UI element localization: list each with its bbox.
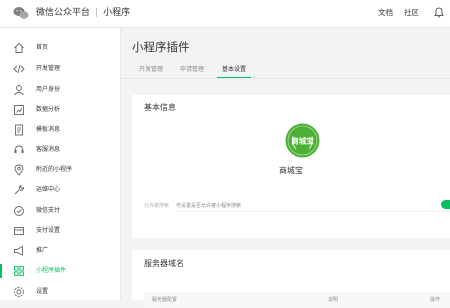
server-domain-title: 服务器域名	[144, 259, 184, 268]
document-icon	[15, 124, 23, 136]
user-icon	[14, 85, 24, 96]
sidebar-item-label: 客服消息	[36, 146, 61, 153]
sidebar-item-settings[interactable]: 设置	[0, 282, 119, 302]
sidebar-item-pay-settings[interactable]: 支付设置	[0, 221, 119, 241]
server-domain-card: 服务器域名 服务器配置 说明 操作	[132, 250, 450, 308]
megaphone-icon	[14, 245, 23, 256]
basic-info-card: 基本信息 商城宝 商城宝 允许被搜索 可设置是否允许被小程序搜索	[132, 95, 450, 238]
row-divider	[176, 211, 450, 212]
sidebar-item-label: 小程序插件	[36, 267, 67, 274]
brand-separator: |	[95, 8, 99, 18]
sidebar-item-label: 支付设置	[36, 227, 61, 234]
sidebar-item-promotion[interactable]: 推广	[0, 241, 119, 261]
sidebar-item-label: 首页	[36, 44, 49, 51]
allow-search-toggle[interactable]	[441, 200, 450, 209]
table-header: 服务器配置 说明 操作	[144, 292, 450, 308]
plugin-logo: 商城宝	[285, 123, 320, 158]
sidebar-item-template-message[interactable]: 模板消息	[0, 120, 119, 140]
allow-search-label: 允许被搜索	[144, 203, 170, 209]
sidebar-item-label: 微信支付	[36, 207, 61, 214]
community-link[interactable]: 社区	[404, 7, 419, 19]
column-header: 操作	[430, 297, 441, 303]
plugin-logo-text: 商城宝	[291, 136, 314, 146]
top-bar: 微信公众平台 | 小程序 文档 社区	[0, 0, 450, 28]
sidebar-item-nearby[interactable]: 附近的小程序	[0, 160, 119, 180]
plugin-name: 商城宝	[279, 166, 303, 175]
wrench-icon	[14, 184, 24, 195]
plugin-icon	[14, 266, 24, 276]
sidebar-item-user-identity[interactable]: 用户身份	[0, 80, 119, 100]
basic-info-title: 基本信息	[144, 103, 176, 112]
sidebar-item-label: 推广	[36, 247, 49, 254]
main-content: 小程序插件 开发管理 申请管理 基本设置 基本信息 商城宝 商城宝 允许被搜索 …	[121, 28, 450, 308]
sidebar-item-home[interactable]: 首页	[0, 38, 119, 58]
tab-apply-manage[interactable]: 申请管理	[180, 65, 204, 75]
sidebar-item-label: 设置	[36, 288, 49, 295]
sidebar-item-label: 开发管理	[36, 65, 61, 72]
gear-icon	[14, 287, 24, 297]
allow-search-description: 可设置是否允许被小程序搜索	[176, 203, 242, 209]
payment-settings-icon	[14, 227, 24, 235]
code-icon	[13, 64, 25, 74]
brand-name: 微信公众平台	[36, 8, 91, 18]
customer-service-icon	[14, 145, 24, 153]
location-icon	[14, 164, 24, 176]
bell-icon[interactable]	[434, 7, 444, 18]
wechat-logo-icon[interactable]	[13, 6, 29, 20]
sidebar-item-plugins[interactable]: 小程序插件	[0, 261, 119, 281]
sidebar: 首页 开发管理 用户身份 数据分析 模板消息 客服消息 附近的小程序 运维中心 …	[0, 28, 121, 300]
tab-basic-settings[interactable]: 基本设置	[216, 65, 252, 78]
sidebar-item-analytics[interactable]: 数据分析	[0, 100, 119, 120]
column-header: 说明	[328, 297, 339, 303]
sidebar-item-label: 运维中心	[36, 186, 61, 193]
sidebar-item-label: 模板消息	[36, 126, 61, 133]
sidebar-item-customer-service[interactable]: 客服消息	[0, 140, 119, 160]
sidebar-item-label: 数据分析	[36, 106, 61, 113]
page-title: 小程序插件	[132, 40, 190, 54]
sidebar-item-ops-center[interactable]: 运维中心	[0, 180, 119, 200]
tab-dev-manage[interactable]: 开发管理	[139, 65, 163, 75]
chart-icon	[14, 105, 24, 115]
home-icon	[14, 42, 24, 53]
tab-bar: 开发管理 申请管理 基本设置	[121, 63, 450, 79]
column-header: 服务器配置	[152, 297, 178, 303]
sidebar-item-label: 用户身份	[36, 86, 61, 93]
sidebar-item-dev-manage[interactable]: 开发管理	[0, 59, 119, 79]
docs-link[interactable]: 文档	[378, 7, 393, 19]
brand-title: 微信公众平台 | 小程序	[36, 6, 130, 20]
product-name: 小程序	[103, 8, 131, 18]
sidebar-item-label: 附近的小程序	[36, 166, 73, 173]
sidebar-item-wechat-pay[interactable]: 微信支付	[0, 201, 119, 221]
pay-icon	[14, 206, 24, 216]
